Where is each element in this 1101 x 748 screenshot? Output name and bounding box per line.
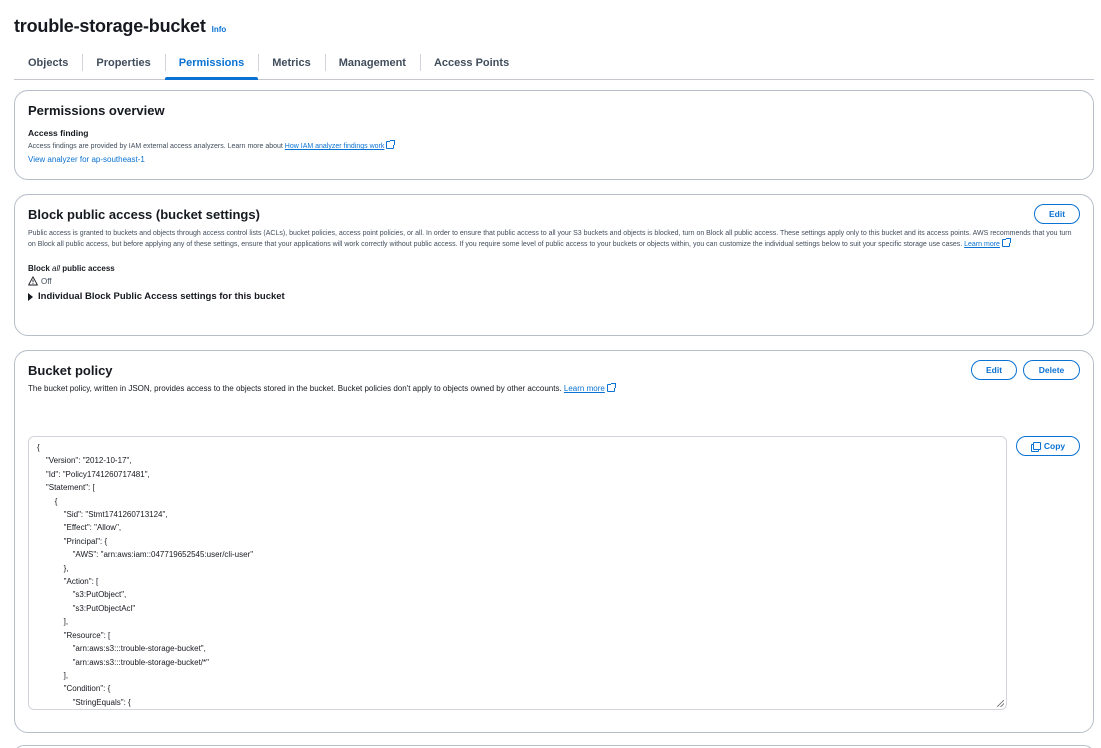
code-line: "Id": "Policy1741260717481", bbox=[37, 469, 150, 479]
code-line: "s3:PutObject", bbox=[37, 590, 127, 600]
copy-policy-button[interactable]: Copy bbox=[1016, 436, 1080, 456]
block-label-emphasis: all bbox=[52, 264, 61, 273]
access-finding-label: Access finding bbox=[28, 128, 89, 138]
code-line: "StringEquals": { bbox=[37, 697, 131, 707]
bucket-policy-edit-button[interactable]: Edit bbox=[971, 360, 1017, 380]
resize-handle[interactable] bbox=[997, 700, 1004, 707]
code-line: ], bbox=[37, 617, 69, 627]
code-line: "arn:aws:s3:::trouble-storage-bucket", bbox=[37, 644, 206, 654]
caret-right-icon bbox=[28, 292, 33, 301]
code-line: "arn:aws:s3:::trouble-storage-bucket/*" bbox=[37, 657, 209, 667]
block-public-access-status: Off bbox=[28, 276, 1080, 286]
view-analyzer-link[interactable]: View analyzer for ap-southeast-1 bbox=[28, 155, 1080, 164]
individual-settings-label: Individual Block Public Access settings … bbox=[38, 291, 285, 302]
page-title: trouble-storage-bucket bbox=[14, 16, 206, 36]
tab-bar: Objects Properties Permissions Metrics M… bbox=[14, 46, 1094, 80]
tab-properties[interactable]: Properties bbox=[82, 46, 164, 79]
block-public-access-edit-button[interactable]: Edit bbox=[1034, 204, 1080, 224]
block-label-suffix: public access bbox=[60, 264, 115, 273]
bucket-policy-editor[interactable]: { "Version": "2012-10-17", "Id": "Policy… bbox=[28, 436, 1007, 710]
block-public-access-learn-more-link[interactable]: Learn more bbox=[964, 241, 1000, 248]
block-public-access-description-text: Public access is granted to buckets and … bbox=[28, 230, 1072, 248]
code-line: "Action": [ bbox=[37, 577, 99, 587]
bucket-policy-learn-more-link[interactable]: Learn more bbox=[564, 384, 605, 393]
external-link-icon bbox=[386, 140, 396, 149]
access-finding-description: Access findings are provided by IAM exte… bbox=[28, 143, 285, 150]
code-line: ], bbox=[37, 670, 69, 680]
tab-access-points[interactable]: Access Points bbox=[419, 46, 523, 79]
access-finding-text: Access findings are provided by IAM exte… bbox=[28, 140, 1080, 152]
code-line: "AWS": "arn:aws:iam::047719652545:user/c… bbox=[37, 550, 254, 560]
block-public-access-title: Block public access (bucket settings) bbox=[28, 207, 260, 222]
iam-analyzer-findings-link[interactable]: How IAM analyzer findings work bbox=[285, 143, 385, 150]
external-link-icon bbox=[1001, 238, 1011, 247]
tab-objects[interactable]: Objects bbox=[14, 46, 82, 79]
code-line: "Version": "2012-10-17", bbox=[37, 456, 132, 466]
code-line: "Sid": "Stmt1741260713124", bbox=[37, 510, 168, 520]
code-line: "s3:PutObjectAcl" bbox=[37, 603, 136, 613]
warning-icon bbox=[28, 276, 38, 286]
bucket-policy-description-text: The bucket policy, written in JSON, prov… bbox=[28, 384, 564, 393]
code-line: { bbox=[37, 496, 58, 506]
code-line: "Effect": "Allow", bbox=[37, 523, 122, 533]
code-line: "Principal": { bbox=[37, 536, 108, 546]
copy-icon bbox=[1030, 441, 1041, 452]
bucket-policy-description: The bucket policy, written in JSON, prov… bbox=[28, 383, 1080, 393]
status-text: Off bbox=[41, 276, 52, 286]
code-line: }, bbox=[37, 563, 69, 573]
bucket-policy-delete-button[interactable]: Delete bbox=[1023, 360, 1080, 380]
permissions-overview-panel: Permissions overview Access finding Acce… bbox=[14, 90, 1094, 180]
bucket-policy-title: Bucket policy bbox=[28, 363, 113, 378]
permissions-overview-title: Permissions overview bbox=[28, 103, 165, 118]
code-line: "Condition": { bbox=[37, 684, 111, 694]
tab-permissions[interactable]: Permissions bbox=[164, 46, 259, 80]
block-public-access-description: Public access is granted to buckets and … bbox=[28, 229, 1073, 250]
tab-metrics[interactable]: Metrics bbox=[258, 46, 325, 79]
tab-management[interactable]: Management bbox=[324, 46, 420, 79]
block-public-access-panel: Block public access (bucket settings) Ed… bbox=[14, 194, 1094, 336]
bucket-policy-panel: Bucket policy Edit Delete The bucket pol… bbox=[14, 350, 1094, 733]
copy-label: Copy bbox=[1043, 441, 1066, 451]
code-line: { bbox=[37, 443, 40, 452]
external-link-icon bbox=[606, 383, 616, 392]
individual-settings-expander[interactable]: Individual Block Public Access settings … bbox=[28, 291, 1080, 302]
code-line: "Statement": [ bbox=[37, 483, 95, 493]
block-all-public-access-label: Block all public access bbox=[28, 264, 1080, 273]
block-label-prefix: Block bbox=[28, 264, 53, 273]
page-header: trouble-storage-bucket Info bbox=[14, 16, 226, 37]
code-line: "Resource": [ bbox=[37, 630, 111, 640]
info-link[interactable]: Info bbox=[212, 25, 227, 34]
